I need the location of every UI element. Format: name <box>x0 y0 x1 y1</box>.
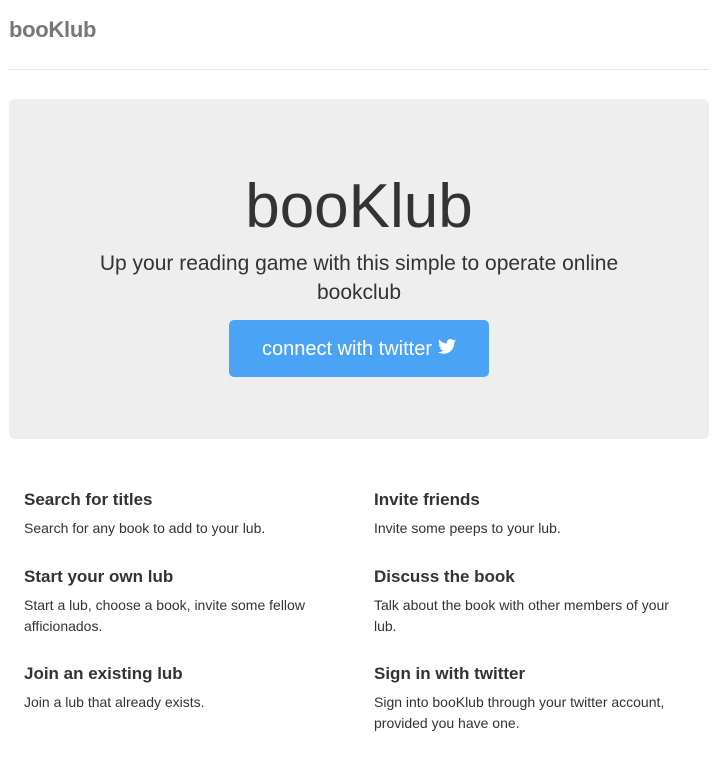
connect-with-twitter-label: connect with twitter <box>261 338 433 360</box>
feature-title: Start your own lub <box>24 567 174 586</box>
site-header: booKlub <box>9 0 709 70</box>
connect-with-twitter-button[interactable]: connect with twitter <box>229 320 489 377</box>
hero-tagline: Up your reading game with this simple to… <box>99 252 619 304</box>
hero-title: booKlub <box>245 172 473 241</box>
brand-logo-link[interactable]: booKlub <box>9 17 96 43</box>
feature-discuss-book: Discuss the book Talk about the book wit… <box>374 565 674 637</box>
feature-text: Join a lub that already exists. <box>24 694 205 710</box>
feature-text: Invite some peeps to your lub. <box>374 520 561 536</box>
feature-text: Search for any book to add to your lub. <box>24 520 266 536</box>
feature-sign-in-twitter: Sign in with twitter Sign into booKlub t… <box>374 662 674 734</box>
feature-start-lub: Start your own lub Start a lub, choose a… <box>24 565 324 637</box>
feature-title: Join an existing lub <box>24 664 183 683</box>
feature-invite-friends: Invite friends Invite some peeps to your… <box>374 488 674 539</box>
feature-title: Search for titles <box>24 490 153 509</box>
feature-text: Sign into booKlub through your twitter a… <box>374 694 665 731</box>
feature-title: Discuss the book <box>374 567 515 586</box>
feature-search-titles: Search for titles Search for any book to… <box>24 488 324 539</box>
hero-jumbotron: booKlub Up your reading game with this s… <box>9 99 709 439</box>
feature-title: Sign in with twitter <box>374 664 526 683</box>
feature-join-lub: Join an existing lub Join a lub that alr… <box>24 662 324 713</box>
feature-text: Talk about the book with other members o… <box>374 597 669 634</box>
feature-text: Start a lub, choose a book, invite some … <box>24 597 305 634</box>
feature-title: Invite friends <box>374 490 480 509</box>
twitter-bird-icon <box>438 320 457 377</box>
